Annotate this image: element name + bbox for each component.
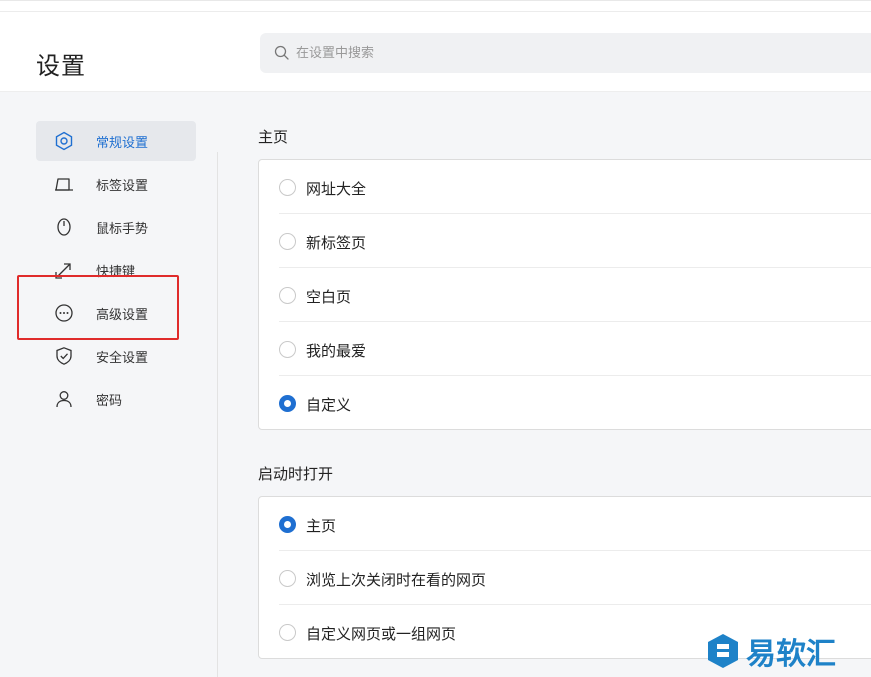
sidebar-divider <box>217 152 218 677</box>
radio-label: 主页 <box>306 517 337 535</box>
sidebar-item-general[interactable]: 常规设置 <box>36 121 196 161</box>
radio-label: 浏览上次关闭时在看的网页 <box>306 571 487 589</box>
sidebar-item-advanced[interactable]: 高级设置 <box>36 293 196 333</box>
radio-button[interactable] <box>279 341 296 358</box>
user-icon <box>56 391 72 408</box>
hexagon-settings-icon <box>55 131 73 151</box>
sidebar-item-label: 标签设置 <box>96 179 149 194</box>
search-box[interactable] <box>260 33 871 73</box>
radio-label: 新标签页 <box>306 234 367 252</box>
homepage-options-card: 网址大全 新标签页 空白页 我的最爱 自定义 <box>258 159 871 430</box>
radio-button[interactable] <box>279 570 296 587</box>
section-title-homepage: 主页 <box>258 128 289 146</box>
radio-button[interactable] <box>279 287 296 304</box>
radio-button-checked[interactable] <box>279 395 296 412</box>
radio-button[interactable] <box>279 179 296 196</box>
radio-option-row[interactable]: 自定义 <box>259 376 871 430</box>
sidebar-item-label: 密码 <box>96 394 123 409</box>
radio-button-checked[interactable] <box>279 516 296 533</box>
search-input[interactable] <box>296 41 856 65</box>
sidebar-item-label: 安全设置 <box>96 351 149 366</box>
sidebar-item-label: 高级设置 <box>96 308 149 323</box>
settings-header: 设置 <box>0 0 871 92</box>
sidebar-item-label: 常规设置 <box>96 136 149 151</box>
radio-label: 自定义网页或一组网页 <box>306 625 457 643</box>
mouse-icon <box>57 218 71 236</box>
radio-button[interactable] <box>279 233 296 250</box>
sidebar-item-label: 鼠标手势 <box>96 222 149 237</box>
radio-label: 我的最爱 <box>306 342 367 360</box>
radio-option-row[interactable]: 新标签页 <box>259 214 871 268</box>
tab-icon <box>55 178 73 191</box>
radio-label: 自定义 <box>306 396 352 414</box>
page-title: 设置 <box>36 52 86 80</box>
watermark-text: 易软汇 <box>746 637 836 672</box>
radio-label: 空白页 <box>306 288 352 306</box>
shortcut-arrow-icon <box>55 263 71 279</box>
sidebar-item-label: 快捷键 <box>96 265 136 280</box>
radio-option-row[interactable]: 空白页 <box>259 268 871 322</box>
sidebar-item-mouse-gestures[interactable]: 鼠标手势 <box>36 207 196 247</box>
radio-label: 网址大全 <box>306 180 367 198</box>
search-icon <box>274 45 289 60</box>
sidebar-item-passwords[interactable]: 密码 <box>36 379 196 419</box>
section-title-startup: 启动时打开 <box>258 465 334 483</box>
watermark-logo: 易软汇 <box>708 634 836 672</box>
shield-check-icon <box>56 347 72 365</box>
top-divider <box>0 11 871 12</box>
radio-option-row[interactable]: 网址大全 <box>259 160 871 214</box>
radio-option-row[interactable]: 我的最爱 <box>259 322 871 376</box>
radio-option-row[interactable]: 浏览上次关闭时在看的网页 <box>259 551 871 605</box>
sidebar-item-shortcuts[interactable]: 快捷键 <box>36 250 196 290</box>
sidebar-item-tabs[interactable]: 标签设置 <box>36 164 196 204</box>
radio-button[interactable] <box>279 624 296 641</box>
radio-option-row[interactable]: 主页 <box>259 497 871 551</box>
more-circle-icon <box>55 304 73 322</box>
sidebar-item-security[interactable]: 安全设置 <box>36 336 196 376</box>
